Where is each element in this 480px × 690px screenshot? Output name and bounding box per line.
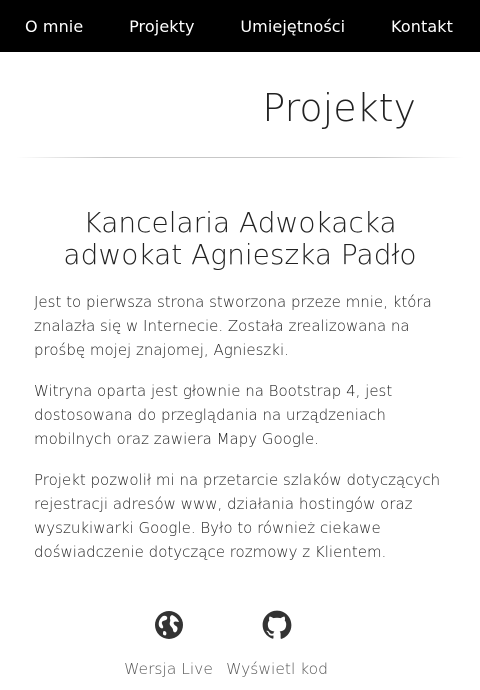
project-links: Wersja Live Wyświetl kod <box>0 610 480 690</box>
page-title: Projekty <box>262 86 416 130</box>
live-version-link[interactable]: Wersja Live <box>124 610 213 678</box>
project-title: Kancelaria Adwokacka adwokat Agnieszka P… <box>34 207 446 271</box>
nav-item-contact[interactable]: Kontakt <box>391 17 453 36</box>
project-section: Kancelaria Adwokacka adwokat Agnieszka P… <box>0 207 480 564</box>
view-code-label: Wyświetl kod <box>226 660 328 678</box>
nav-item-skills[interactable]: Umiejętności <box>240 17 345 36</box>
main-navigation: O mnie Projekty Umiejętności Kontakt <box>0 0 480 52</box>
view-code-link[interactable]: Wyświetl kod <box>226 610 328 678</box>
live-version-label: Wersja Live <box>124 660 213 678</box>
nav-item-about[interactable]: O mnie <box>25 17 83 36</box>
project-title-line-2: adwokat Agnieszka Padło <box>63 238 417 271</box>
project-description-3: Projekt pozwolił mi na przetarcie szlakó… <box>34 471 441 561</box>
project-description-1: Jest to pierwsza strona stworzona przeze… <box>34 293 432 359</box>
project-title-line-1: Kancelaria Adwokacka <box>83 206 397 239</box>
section-divider <box>16 157 464 158</box>
nav-item-projects[interactable]: Projekty <box>129 17 194 36</box>
globe-icon <box>154 611 183 639</box>
github-icon <box>262 610 292 639</box>
project-description-2: Witryna oparta jest głownie na Bootstrap… <box>34 382 393 448</box>
